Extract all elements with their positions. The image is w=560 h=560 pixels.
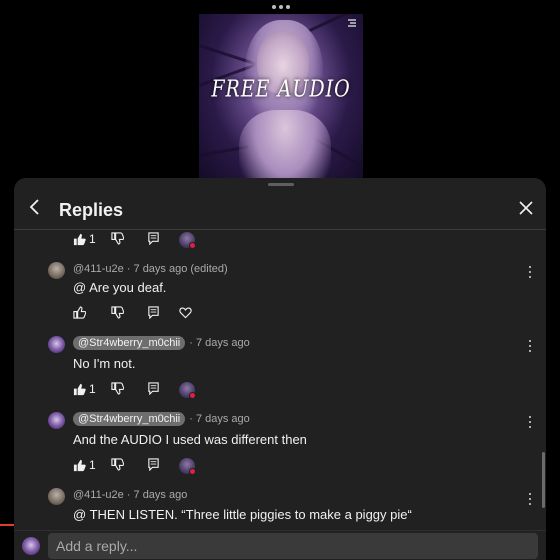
comment-icon — [148, 306, 159, 319]
heart-icon — [189, 242, 196, 249]
like-button[interactable]: 1 — [73, 382, 96, 396]
thumbs-down-icon — [111, 382, 124, 395]
thumbs-down-icon — [111, 232, 124, 245]
reply-button[interactable] — [147, 382, 160, 395]
comment-text: @ Are you deaf. — [73, 280, 167, 295]
avatar[interactable] — [48, 262, 65, 279]
creator-heart — [179, 382, 196, 399]
creator-heart — [179, 458, 196, 475]
reply-button[interactable] — [147, 232, 160, 245]
drag-handle[interactable] — [268, 183, 294, 186]
comment-text: @ THEN LISTEN. “Three little piggies to … — [73, 507, 412, 522]
like-count: 1 — [89, 232, 96, 246]
thumbs-up-icon — [73, 233, 86, 245]
comment-time: · 7 days ago — [189, 337, 250, 349]
reply-input[interactable] — [48, 533, 538, 559]
like-count: 1 — [89, 458, 96, 472]
playback-progress[interactable] — [0, 524, 14, 526]
comment-actions — [73, 306, 213, 322]
comment-text: And the AUDIO I used was different then — [73, 432, 307, 447]
comment-actions: 1 — [73, 232, 213, 249]
comment-author-chip[interactable]: @Str4wberry_m0chii — [73, 336, 186, 350]
video-caption: FREE AUDIO — [211, 75, 351, 103]
avatar[interactable] — [48, 336, 65, 353]
comment-author-chip[interactable]: @Str4wberry_m0chii — [73, 412, 186, 426]
close-icon[interactable] — [516, 198, 536, 218]
more-vertical-icon[interactable] — [528, 340, 532, 352]
reply-button[interactable] — [147, 458, 160, 471]
comment-icon — [148, 232, 159, 245]
thumbs-up-icon — [73, 383, 86, 395]
replies-panel: Replies 1 @411-u2e · 7 days ago (edited) — [14, 178, 546, 560]
page-title: Replies — [59, 200, 124, 220]
comment-meta: @Str4wberry_m0chii · 7 days ago — [73, 336, 250, 350]
heart-icon — [189, 392, 196, 399]
more-vertical-icon[interactable] — [528, 493, 532, 505]
scrollbar[interactable] — [542, 452, 545, 508]
reply-button[interactable] — [147, 306, 160, 319]
like-button[interactable]: 1 — [73, 232, 96, 246]
creator-heart — [179, 232, 196, 249]
replies-header: Replies — [14, 192, 546, 230]
thumbs-down-icon — [111, 306, 124, 319]
like-count: 1 — [89, 382, 96, 396]
dislike-button[interactable] — [111, 232, 124, 245]
comment-time: · 7 days ago (edited) — [126, 263, 228, 275]
video-thumbnail[interactable]: FREE AUDIO — [199, 14, 363, 184]
like-button[interactable] — [73, 306, 86, 319]
comment-time: · 7 days ago — [126, 489, 188, 501]
comment-meta: @411-u2e · 7 days ago (edited) — [73, 263, 228, 275]
dislike-button[interactable] — [111, 306, 124, 319]
figure-body — [239, 110, 331, 184]
heart-icon — [179, 307, 192, 319]
comment-text: No I'm not. — [73, 356, 136, 371]
avatar[interactable] — [48, 488, 65, 505]
comment-icon — [148, 382, 159, 395]
replies-list: 1 @411-u2e · 7 days ago (edited) @ Are y… — [14, 230, 546, 530]
cast-icon[interactable] — [347, 18, 357, 28]
comment-actions: 1 — [73, 382, 213, 399]
dislike-button[interactable] — [111, 458, 124, 471]
avatar — [22, 537, 40, 555]
heart-button[interactable] — [179, 306, 192, 319]
thumbs-up-icon — [73, 459, 86, 471]
comment-meta: @411-u2e · 7 days ago — [73, 489, 187, 501]
dislike-button[interactable] — [111, 382, 124, 395]
like-button[interactable]: 1 — [73, 458, 96, 472]
avatar[interactable] — [48, 412, 65, 429]
more-vertical-icon[interactable] — [528, 266, 532, 278]
comment-author[interactable]: @411-u2e — [73, 489, 124, 501]
thumbs-down-icon — [111, 458, 124, 471]
comment-icon — [148, 458, 159, 471]
thumbs-up-icon — [73, 306, 86, 319]
comment-author[interactable]: @411-u2e — [73, 263, 124, 275]
reply-bar — [14, 530, 546, 560]
comment-meta: @Str4wberry_m0chii · 7 days ago — [73, 412, 250, 426]
player-menu-handle[interactable] — [272, 4, 290, 10]
comment-actions: 1 — [73, 458, 213, 475]
more-vertical-icon[interactable] — [528, 416, 532, 428]
heart-icon — [189, 468, 196, 475]
chevron-left-icon[interactable] — [24, 196, 46, 218]
comment-time: · 7 days ago — [189, 413, 250, 425]
